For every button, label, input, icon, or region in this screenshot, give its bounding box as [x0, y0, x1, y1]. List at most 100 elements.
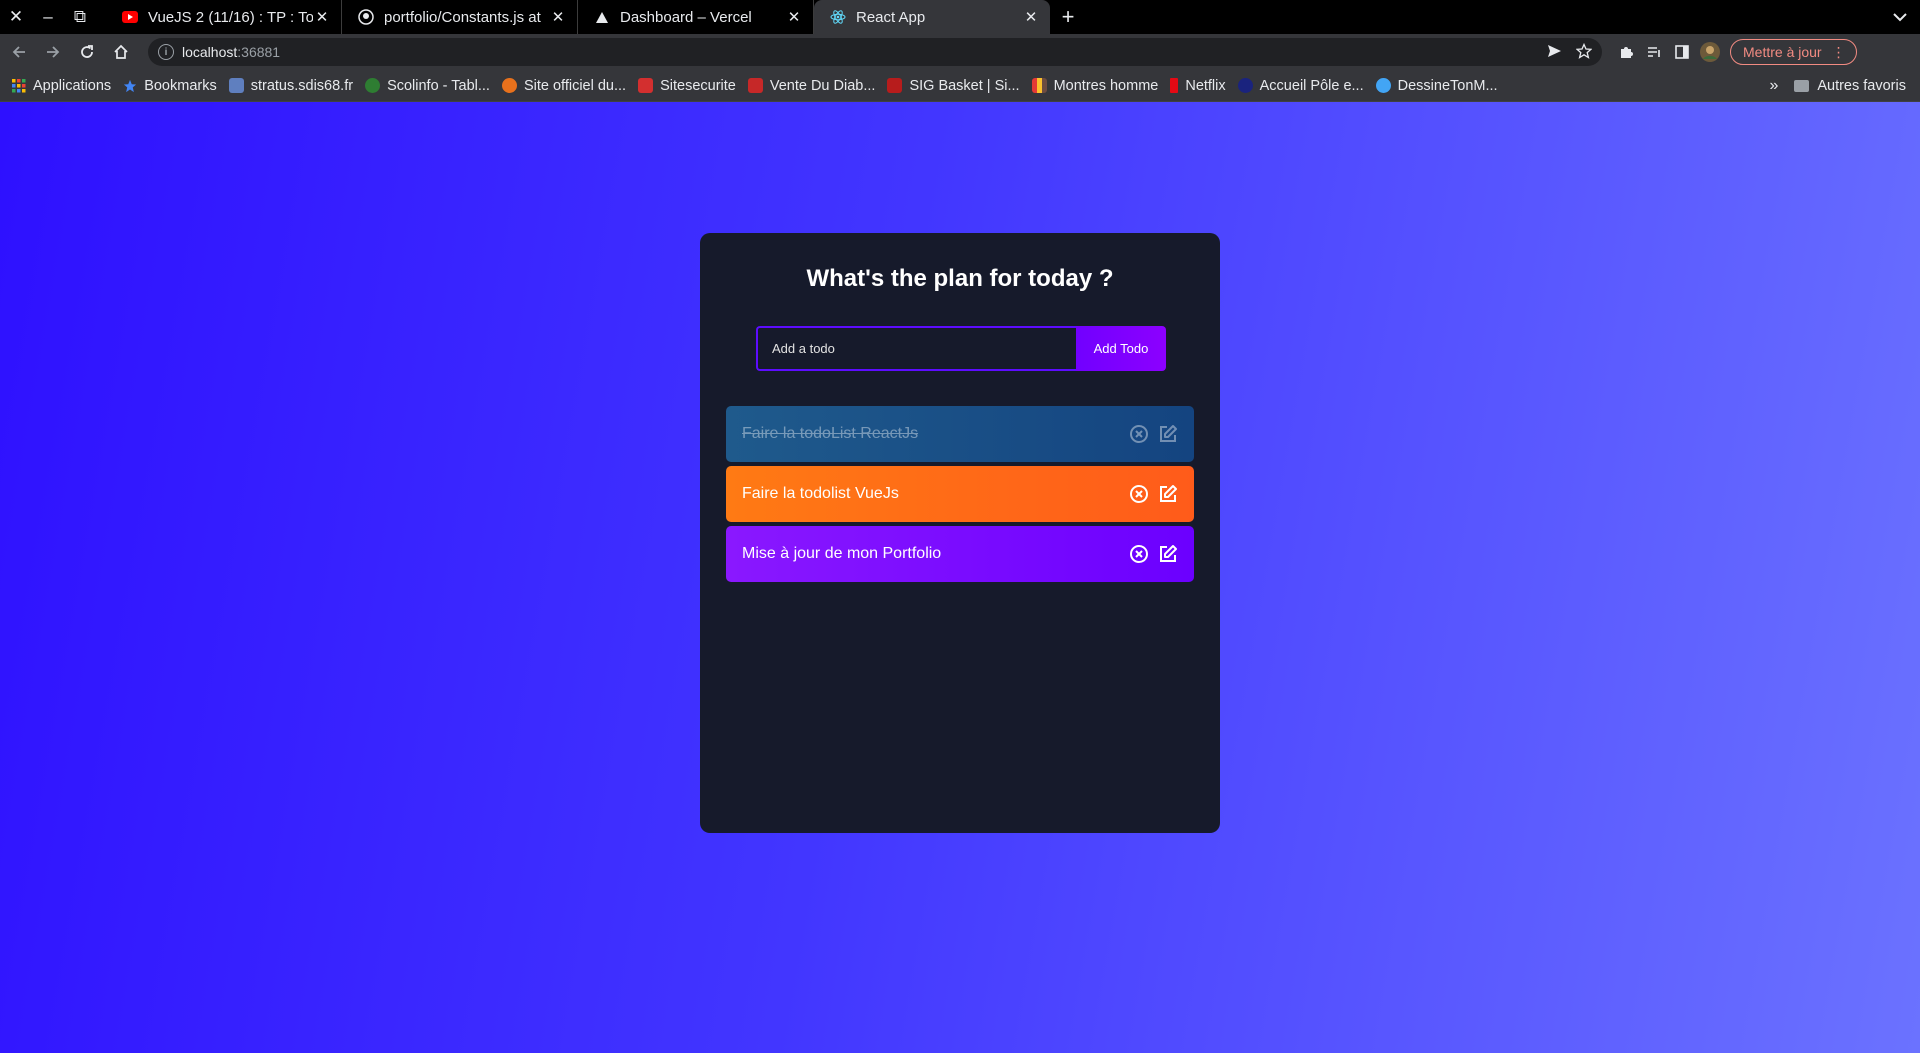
bookmark-label: Sitesecurite [660, 77, 736, 94]
back-arrow-icon[interactable] [4, 37, 34, 67]
todo-form: Add Todo [756, 326, 1166, 371]
url-host: localhost [182, 44, 238, 60]
bookmark-montres-homme[interactable]: Montres homme [1031, 77, 1159, 94]
github-icon [358, 9, 374, 25]
profile-avatar[interactable] [1696, 38, 1724, 66]
window-restore-icon[interactable]: ⧉ [64, 0, 96, 34]
bookmark-label: Accueil Pôle e... [1259, 77, 1364, 94]
tab-vercel[interactable]: Dashboard – Vercel ✕ [578, 0, 814, 34]
tab-title: React App [856, 8, 926, 26]
bookmark-label: Montres homme [1053, 77, 1159, 94]
send-icon[interactable] [1546, 43, 1562, 62]
todo-text[interactable]: Mise à jour de mon Portfolio [742, 545, 1129, 563]
new-tab-icon[interactable]: + [1050, 0, 1086, 34]
more-menu-icon[interactable]: ⋮ [1832, 44, 1846, 61]
tab-close-icon[interactable]: ✕ [313, 8, 331, 26]
apps-grid-icon [12, 78, 26, 93]
bookmark-bookmarks[interactable]: Bookmarks [123, 78, 217, 94]
bookmark-label: Vente Du Diab... [769, 77, 876, 94]
bookmark-site-officiel[interactable]: Site officiel du... [501, 77, 627, 94]
other-bookmarks-label: Autres favoris [1817, 77, 1906, 94]
tab-close-icon[interactable]: ✕ [549, 8, 567, 26]
bookmark-applications[interactable]: Applications [12, 78, 111, 94]
update-button[interactable]: Mettre à jour ⋮ [1730, 39, 1857, 65]
tab-title: Dashboard – Vercel [620, 8, 752, 26]
bookmark-stratus[interactable]: stratus.sdis68.fr [228, 77, 354, 94]
bookmark-sitesecurite[interactable]: Sitesecurite [638, 78, 736, 94]
todo-text[interactable]: Faire la todolist VueJs [742, 485, 1129, 503]
netflix-icon [1170, 78, 1179, 93]
bookmark-label: Site officiel du... [523, 77, 627, 94]
edit-icon[interactable] [1158, 544, 1178, 564]
url-port: :36881 [237, 44, 281, 60]
browser-tab-bar: ✕ – ⧉ VueJS 2 (11/16) : TP : Todo ✕ port… [0, 0, 1920, 34]
todo-app-card: What's the plan for today ? Add Todo Fai… [700, 233, 1220, 833]
tab-vuejs[interactable]: VueJS 2 (11/16) : TP : Todo ✕ [106, 0, 342, 34]
bookmark-scolinfo[interactable]: Scolinfo - Tabl... [365, 78, 490, 94]
todo-item[interactable]: Mise à jour de mon Portfolio [726, 526, 1194, 582]
bookmark-vente-du-diable[interactable]: Vente Du Diab... [747, 77, 876, 94]
bookmark-netflix[interactable]: Netflix [1170, 77, 1226, 94]
side-panel-icon[interactable] [1668, 38, 1696, 66]
window-minimize-icon[interactable]: – [32, 0, 64, 34]
tab-title: portfolio/Constants.js at [384, 8, 541, 26]
folder-icon [1794, 79, 1810, 92]
site-info-icon[interactable]: i [158, 44, 174, 60]
extensions-puzzle-icon[interactable] [1612, 38, 1640, 66]
bookmark-label: Applications [33, 77, 112, 94]
page-title: What's the plan for today ? [806, 265, 1114, 292]
bookmark-label: SIG Basket | Si... [909, 77, 1020, 94]
reload-icon[interactable] [72, 37, 102, 67]
pole-emploi-icon [1237, 78, 1253, 93]
edit-icon[interactable] [1158, 424, 1178, 444]
tab-close-icon[interactable]: ✕ [785, 8, 803, 26]
dessinetonm-icon [1375, 78, 1391, 93]
site-officiel-icon [501, 78, 517, 93]
delete-circle-x-icon[interactable] [1129, 544, 1149, 564]
bookmark-dessinetonm[interactable]: DessineTonM... [1375, 77, 1498, 94]
bookmark-label: stratus.sdis68.fr [250, 77, 354, 94]
home-icon[interactable] [106, 37, 136, 67]
youtube-icon [122, 9, 138, 25]
stratus-icon [228, 78, 244, 93]
forward-arrow-icon[interactable] [38, 37, 68, 67]
page-background: What's the plan for today ? Add Todo Fai… [0, 102, 1920, 1053]
delete-circle-x-icon[interactable] [1129, 424, 1149, 444]
bookmarks-overflow-chevron-icon[interactable]: » [1769, 77, 1778, 95]
bookmark-label: Netflix [1185, 77, 1226, 94]
bookmark-label: DessineTonM... [1397, 77, 1498, 94]
update-button-label: Mettre à jour [1743, 44, 1822, 60]
bookmark-sig-basket[interactable]: SIG Basket | Si... [887, 77, 1020, 94]
bookmark-star-icon[interactable] [1575, 42, 1593, 62]
todo-input[interactable] [756, 326, 1076, 371]
edit-icon[interactable] [1158, 484, 1178, 504]
react-icon [830, 9, 846, 25]
window-close-icon[interactable]: ✕ [0, 0, 32, 34]
delete-circle-x-icon[interactable] [1129, 484, 1149, 504]
montres-homme-icon [1031, 78, 1047, 93]
scolinfo-icon [365, 78, 381, 93]
tab-close-icon[interactable]: ✕ [1022, 8, 1040, 26]
bookmark-pole-emploi[interactable]: Accueil Pôle e... [1237, 77, 1364, 94]
vente-du-diable-icon [747, 78, 763, 93]
bookmark-label: Scolinfo - Tabl... [387, 77, 490, 94]
todo-item[interactable]: Faire la todoList ReactJs [726, 406, 1194, 462]
browser-toolbar: i localhost:36881 Mettre à jour ⋮ [0, 34, 1920, 70]
vercel-icon [594, 9, 610, 25]
tab-search-chevron-icon[interactable] [1880, 12, 1920, 22]
add-todo-button[interactable]: Add Todo [1076, 326, 1166, 371]
tab-react-app[interactable]: React App ✕ [814, 0, 1050, 34]
todo-text[interactable]: Faire la todoList ReactJs [742, 425, 1129, 443]
other-bookmarks-folder[interactable]: Autres favoris [1794, 78, 1906, 94]
sitesecurite-icon [638, 78, 654, 93]
bookmark-label: Bookmarks [144, 77, 217, 94]
bookmarks-bar: Applications Bookmarks stratus.sdis68.fr… [0, 70, 1920, 102]
todo-item[interactable]: Faire la todolist VueJs [726, 466, 1194, 522]
tab-portfolio[interactable]: portfolio/Constants.js at ✕ [342, 0, 578, 34]
tab-title: VueJS 2 (11/16) : TP : Todo [148, 8, 313, 26]
address-bar[interactable]: i localhost:36881 [148, 38, 1602, 66]
media-queue-icon[interactable] [1640, 38, 1668, 66]
sig-basket-icon [887, 78, 903, 93]
todo-list: Faire la todoList ReactJs Faire la todol… [726, 406, 1194, 586]
star-icon [123, 79, 137, 93]
